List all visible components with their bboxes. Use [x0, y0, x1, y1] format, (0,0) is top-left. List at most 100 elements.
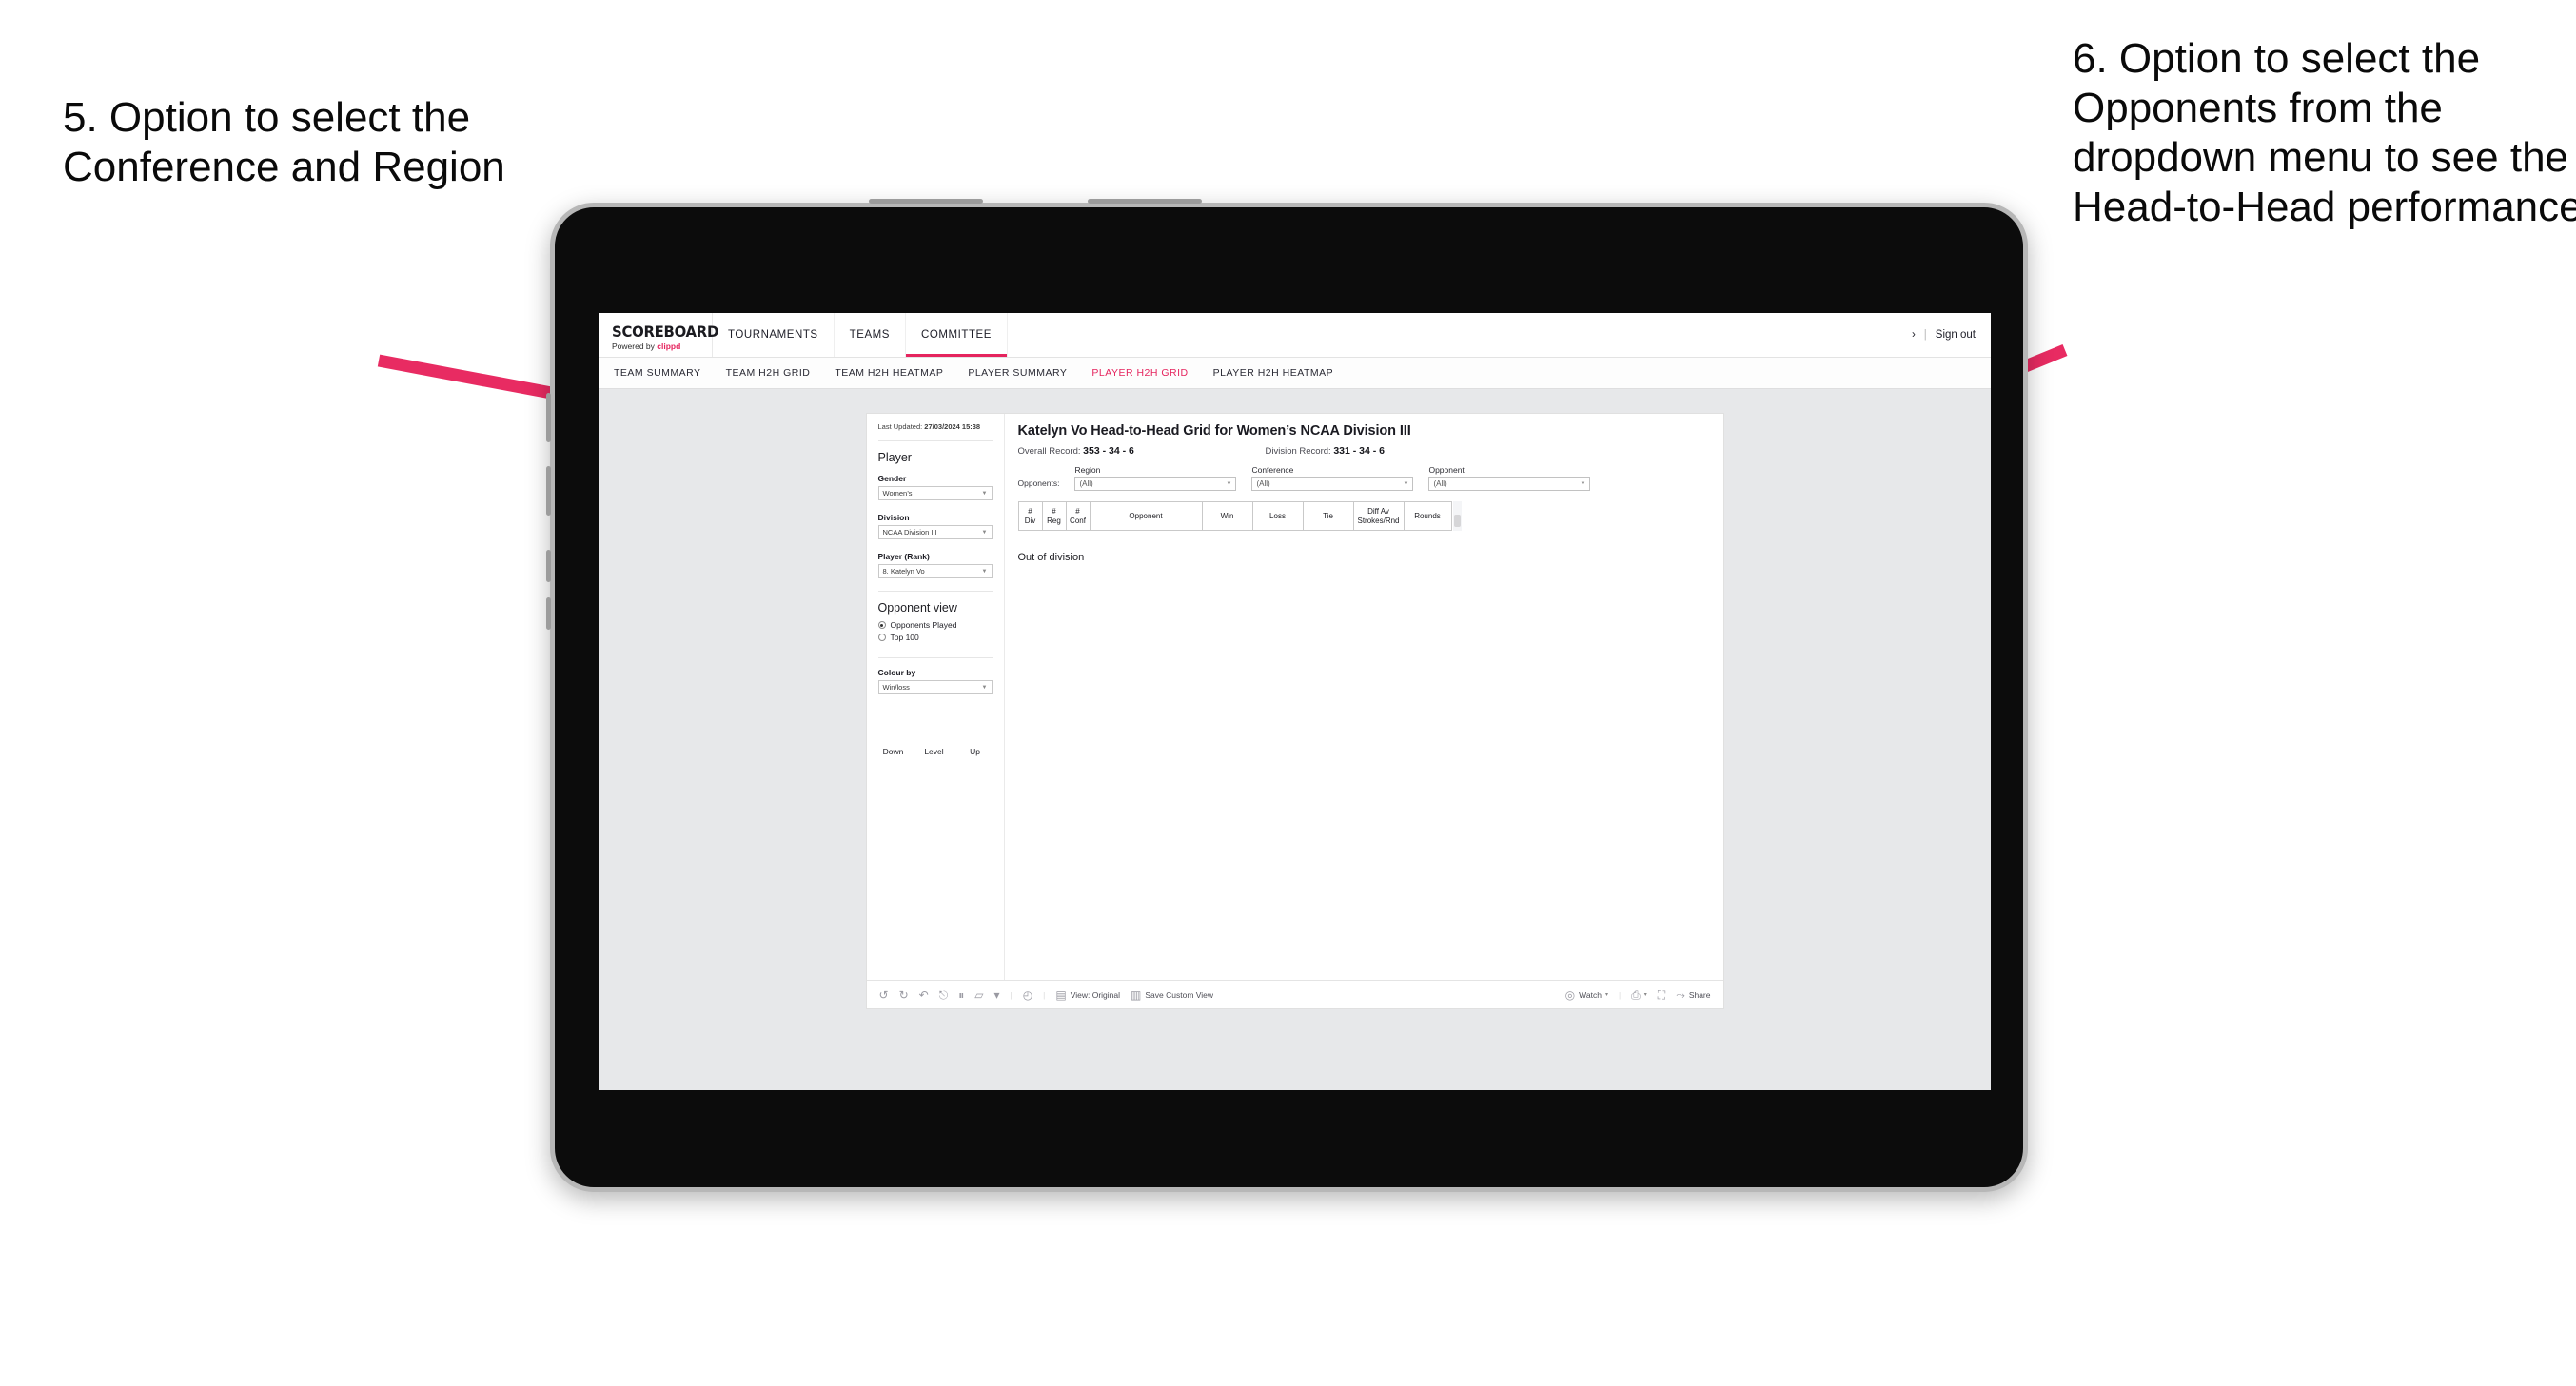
filter-opponent: Opponent (All) ▼ [1428, 465, 1591, 491]
radio-opponents-played[interactable]: Opponents Played [877, 620, 993, 631]
grid-scrollbar[interactable] [1452, 501, 1462, 531]
filter-opponent-dropdown[interactable]: (All) ▼ [1428, 477, 1591, 491]
view-original-button[interactable]: ▤ View: Original [1055, 989, 1120, 1001]
sidebar-section-opponent-view: Opponent view [877, 601, 957, 615]
legend-label-level: Level [924, 747, 944, 757]
record-summary: Overall Record: 353 - 34 - 6 Division Re… [1018, 445, 1710, 457]
radio-top-100[interactable]: Top 100 [877, 633, 993, 642]
filter-player-rank-value: 8. Katelyn Vo [882, 567, 925, 576]
col-div: # Div [1017, 501, 1043, 531]
overall-record-value: 353 - 34 - 6 [1083, 445, 1134, 457]
filter-division-dropdown[interactable]: NCAA Division III ▼ [877, 525, 993, 540]
sidebar-section-player: Player [877, 451, 912, 465]
tab-team-summary[interactable]: TEAM SUMMARY [614, 367, 701, 379]
tab-player-summary[interactable]: PLAYER SUMMARY [968, 367, 1067, 379]
revert-icon[interactable]: ↶ [919, 989, 929, 1001]
nav-separator: | [1923, 329, 1927, 341]
refresh-icon[interactable]: ⎋ [939, 989, 949, 1001]
signout-button[interactable]: Sign out [1936, 329, 1976, 341]
h2h-grid-wrapper: # Div # Reg # Conf Opponent Win Loss Tie… [1017, 501, 1710, 531]
clock-icon[interactable]: ◴ [1023, 989, 1032, 1001]
chevron-down-icon: ▾ [1604, 992, 1608, 998]
redo-icon[interactable]: ↻ [899, 989, 909, 1001]
save-view-icon: ▥ [1131, 987, 1142, 1002]
filter-gender-value: Women’s [882, 489, 913, 498]
radio-opponents-played-label: Opponents Played [890, 620, 957, 631]
col-tie: Tie [1302, 501, 1354, 531]
overall-record-label: Overall Record: [1017, 446, 1084, 457]
filter-player-rank-dropdown[interactable]: 8. Katelyn Vo ▼ [877, 564, 993, 579]
nav-item-teams[interactable]: TEAMS [835, 313, 907, 357]
watch-button[interactable]: ◎ Watch ▾ [1565, 989, 1608, 1001]
filter-region-dropdown[interactable]: (All) ▼ [1074, 477, 1237, 491]
legend-item-level: Level [922, 723, 947, 756]
filter-gender: Gender Women’s ▼ [877, 474, 993, 501]
chevron-down-icon: ▼ [1403, 480, 1409, 487]
tab-team-h2h-grid[interactable]: TEAM H2H GRID [726, 367, 811, 379]
filter-conference-value: (All) [1256, 479, 1270, 488]
filters-lead-label: Opponents: [1017, 478, 1060, 488]
tab-player-h2h-heatmap[interactable]: PLAYER H2H HEATMAP [1213, 367, 1333, 379]
annotation-5-text: 5. Option to select the Conference and R… [63, 94, 505, 190]
filter-gender-label: Gender [877, 474, 907, 484]
chevron-down-icon: ▼ [1580, 480, 1586, 487]
last-updated-value: 27/03/2024 15:38 [924, 422, 981, 431]
col-rounds: Rounds [1403, 501, 1452, 531]
workbook-body: Last Updated: 27/03/2024 15:38 Player Ge… [867, 414, 1723, 980]
filter-colour-by-label: Colour by [877, 668, 916, 678]
tab-player-h2h-grid[interactable]: PLAYER H2H GRID [1091, 367, 1188, 379]
screenshot-root: 5. Option to select the Conference and R… [0, 0, 2576, 1386]
division-record-label: Division Record: [1265, 446, 1334, 457]
filter-colour-by-dropdown[interactable]: Win/loss ▼ [877, 680, 993, 695]
filter-region: Region (All) ▼ [1074, 465, 1237, 491]
grid-scrollbar-thumb[interactable] [1453, 515, 1461, 527]
legend-dot-up [967, 723, 983, 739]
pause-icon[interactable]: ⏸ [958, 989, 964, 1001]
brand-title: SCOREBOARD [612, 322, 719, 342]
shape-icon[interactable]: ▱ [974, 989, 983, 1001]
download-button[interactable]: ⎙ ▾ [1631, 989, 1647, 1001]
chevron-right-icon[interactable]: › [1912, 329, 1916, 341]
sidebar-divider-1 [877, 440, 993, 442]
tab-team-h2h-heatmap[interactable]: TEAM H2H HEATMAP [835, 367, 943, 379]
col-conf: # Conf [1065, 501, 1091, 531]
viz-bottom-toolbar: ↺ ↻ ↶ ⎋ ⏸ ▱ ▾ | ◴ | ▤ View: Original ▥ Sav… [866, 980, 1723, 1008]
filter-conference-dropdown[interactable]: (All) ▼ [1251, 477, 1414, 491]
out-of-division-title: Out of division [1017, 552, 1085, 563]
undo-icon[interactable]: ↺ [879, 989, 889, 1001]
nav-item-tournaments[interactable]: TOURNAMENTS [713, 313, 835, 357]
tablet-volume-down-button [546, 597, 551, 630]
legend-label-down: Down [882, 747, 904, 757]
division-record-value: 331 - 34 - 6 [1333, 445, 1386, 457]
brand-subtitle: Powered by clippd [612, 342, 712, 351]
sidebar-divider-3 [877, 657, 993, 659]
download-icon: ⎙ [1631, 987, 1641, 1002]
last-updated-text: Last Updated: 27/03/2024 15:38 [878, 422, 993, 432]
legend-dot-down [885, 723, 901, 739]
toolbar-separator-2: | [1043, 989, 1046, 1000]
last-updated-label: Last Updated: [877, 422, 925, 431]
chevron-down-icon: ▼ [981, 529, 988, 536]
watch-label: Watch [1579, 989, 1602, 1000]
sub-navigation-bar: TEAM SUMMARY TEAM H2H GRID TEAM H2H HEAT… [599, 358, 1991, 389]
view-original-label: View: Original [1070, 989, 1121, 1000]
legend-item-down: Down [881, 723, 906, 756]
chevron-down-icon[interactable]: ▾ [993, 989, 999, 1001]
chevron-down-icon: ▼ [981, 490, 988, 497]
save-custom-view-button[interactable]: ▥ Save Custom View [1131, 989, 1213, 1001]
filter-opponent-value: (All) [1433, 479, 1447, 488]
tablet-volume-up-button [546, 550, 551, 582]
legend-dot-level [926, 723, 942, 739]
chevron-down-icon: ▼ [981, 684, 988, 691]
nav-item-committee[interactable]: COMMITTEE [906, 313, 1008, 357]
fullscreen-icon[interactable]: ⛶ [1658, 989, 1665, 1001]
col-conf-label: # Conf [1070, 507, 1086, 525]
chevron-down-icon: ▾ [1643, 992, 1647, 998]
chevron-down-icon: ▼ [981, 568, 988, 575]
h2h-grid-table: # Div # Reg # Conf Opponent Win Loss Tie… [1017, 501, 1452, 531]
brand-logo[interactable]: SCOREBOARD Powered by clippd [599, 313, 719, 357]
viz-title: Katelyn Vo Head-to-Head Grid for Women’s… [1017, 423, 1411, 439]
filter-gender-dropdown[interactable]: Women’s ▼ [877, 486, 993, 501]
share-button[interactable]: ⤳ Share [1676, 989, 1710, 1001]
